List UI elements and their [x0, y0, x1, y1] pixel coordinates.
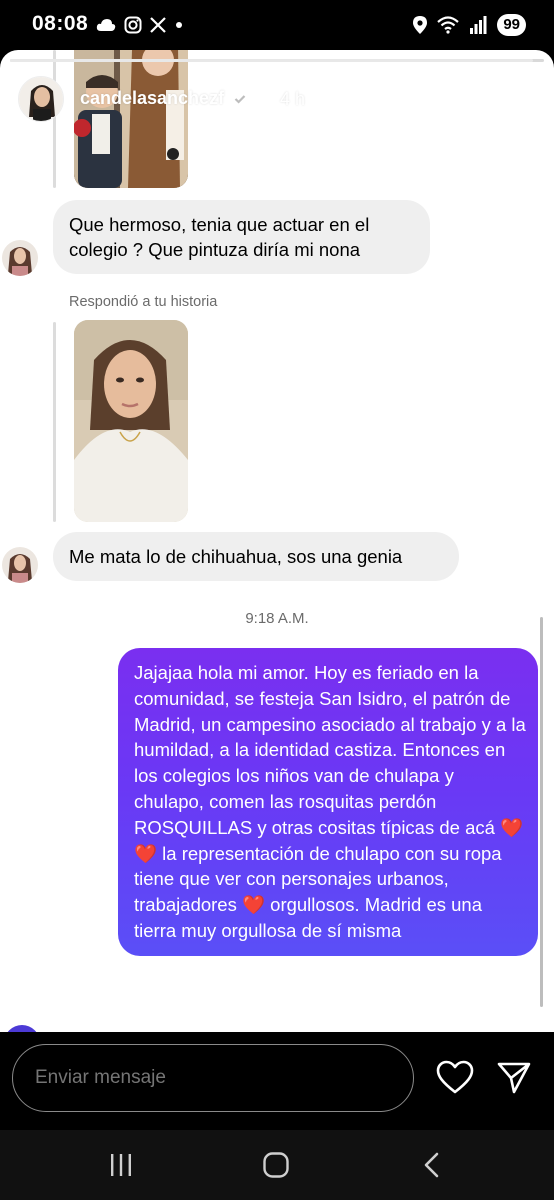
incoming-message[interactable]: Me mata lo de chihuahua, sos una genia — [53, 532, 459, 581]
follow-button[interactable]: Seguir — [388, 73, 496, 119]
heart-icon[interactable] — [436, 1060, 474, 1096]
back-icon[interactable] — [420, 1151, 444, 1179]
replied-to-story-label: Respondió a tu historia — [69, 294, 218, 310]
reply-thread-line — [53, 322, 56, 522]
status-bar: 08:08 99 — [0, 0, 554, 50]
sender-avatar[interactable] — [2, 240, 38, 276]
x-icon — [150, 17, 166, 33]
story-reply-card: candelasanchezf 4 h Seguir Que hermoso, … — [0, 50, 554, 1032]
reply-footer — [0, 1032, 554, 1130]
chat-scrollbar[interactable] — [540, 617, 543, 1007]
recent-apps-icon[interactable] — [108, 1152, 134, 1178]
send-icon[interactable] — [496, 1061, 532, 1095]
status-time: 08:08 — [32, 12, 89, 35]
more-options-icon[interactable] — [510, 82, 528, 112]
instagram-icon — [124, 16, 142, 34]
cloud-icon — [96, 19, 116, 31]
story-time-ago: 4 h — [280, 89, 306, 109]
location-icon — [413, 16, 428, 34]
dot-icon — [176, 22, 182, 28]
profile-username[interactable]: candelasanchezf — [80, 88, 224, 109]
verified-badge-icon — [231, 89, 250, 108]
story-progress-fill — [10, 59, 534, 62]
profile-username-row[interactable]: candelasanchezf — [80, 88, 250, 109]
signal-icon — [470, 16, 487, 34]
sender-avatar[interactable] — [2, 547, 38, 583]
partial-next-avatar — [4, 1025, 40, 1032]
status-system-icons: 99 — [413, 12, 526, 38]
status-notification-icons — [96, 14, 184, 36]
battery-level: 99 — [497, 14, 526, 36]
wifi-icon — [437, 16, 460, 34]
story-header: candelasanchezf 4 h Seguir — [0, 68, 554, 134]
message-timestamp: 9:18 A.M. — [245, 610, 309, 627]
system-navigation-bar — [0, 1130, 554, 1200]
outgoing-message[interactable]: Jajajaa hola mi amor. Hoy es feriado en … — [118, 648, 538, 956]
home-icon[interactable] — [262, 1151, 290, 1179]
story-progress-bar — [10, 59, 544, 62]
profile-avatar[interactable] — [18, 76, 64, 122]
message-input[interactable] — [12, 1044, 414, 1112]
incoming-message[interactable]: Que hermoso, tenia que actuar en el cole… — [53, 200, 430, 274]
story-thumbnail-selfie[interactable] — [74, 320, 188, 522]
